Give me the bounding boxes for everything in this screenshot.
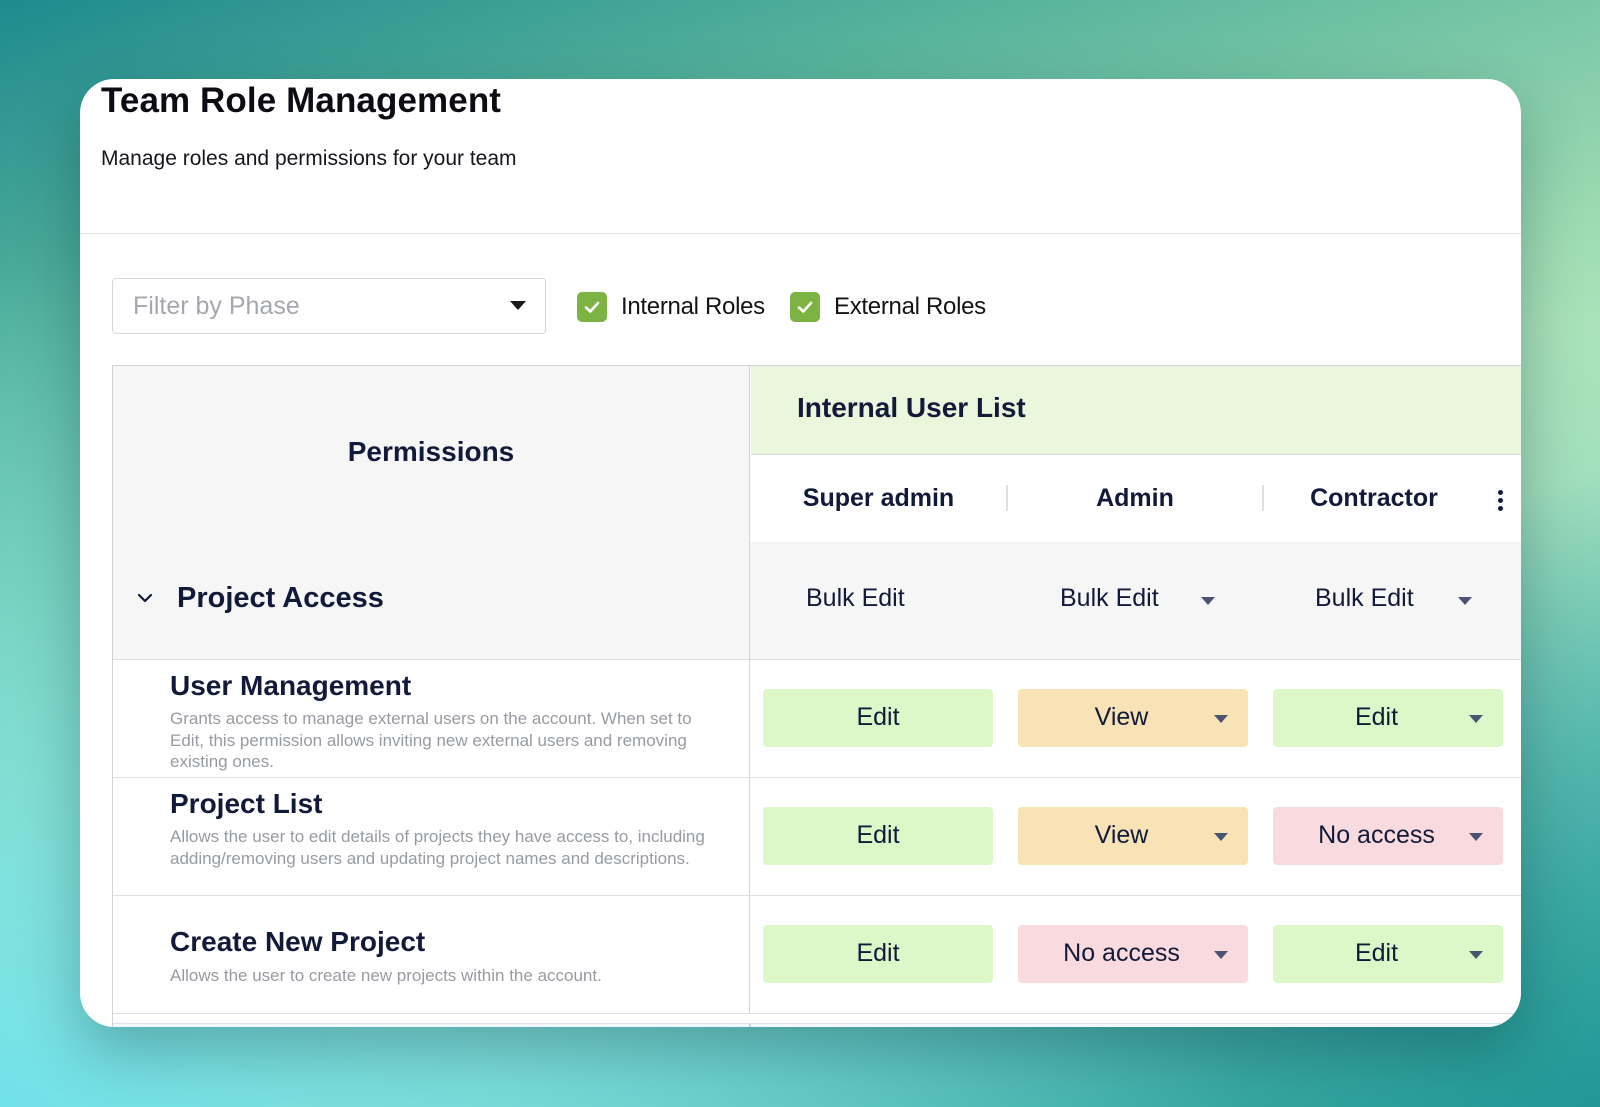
caret-down-icon: [510, 301, 526, 310]
permission-select-super-admin[interactable]: Edit: [763, 807, 993, 865]
chevron-down-icon[interactable]: [137, 590, 153, 606]
permissions-table: Permissions Internal User List Super adm…: [112, 365, 1521, 1027]
external-roles-checkbox[interactable]: External Roles: [790, 292, 986, 322]
permission-select-super-admin[interactable]: Edit: [763, 689, 993, 747]
phase-filter-dropdown[interactable]: Filter by Phase: [112, 278, 546, 334]
checkmark-icon: [577, 292, 607, 322]
permission-title: Project List: [170, 788, 323, 819]
role-header-admin[interactable]: Admin: [1008, 455, 1262, 542]
permission-value: Edit: [1354, 703, 1399, 731]
permissions-header-label: Permissions: [347, 436, 515, 467]
caret-down-icon: [1469, 715, 1483, 723]
role-label: Contractor: [1310, 484, 1438, 512]
role-label: Admin: [1096, 484, 1174, 512]
section-label-cell: Project Access: [113, 542, 750, 659]
permission-value: Edit: [856, 821, 900, 849]
permission-title: Create New Project: [170, 926, 426, 957]
permission-description: Grants access to manage external users o…: [170, 709, 692, 771]
role-label: Super admin: [802, 484, 955, 512]
phase-filter-placeholder: Filter by Phase: [133, 292, 300, 320]
caret-down-icon: [1469, 951, 1483, 959]
column-divider: [749, 1024, 751, 1027]
permission-description: Allows the user to edit details of proje…: [170, 827, 705, 868]
permission-select-admin[interactable]: No access: [1018, 925, 1248, 983]
permission-value: Edit: [856, 703, 900, 731]
table-row: Create New Project Allows the user to cr…: [113, 896, 1521, 1014]
caret-down-icon: [1469, 833, 1483, 841]
group-header-label: Internal User List: [797, 392, 1026, 423]
section-row-project-access: Project Access Bulk Edit Bulk Edit Bulk …: [113, 542, 1521, 660]
role-header-super-admin[interactable]: Super admin: [751, 455, 1006, 542]
page-subtitle: Manage roles and permissions for your te…: [101, 147, 517, 170]
internal-roles-checkbox[interactable]: Internal Roles: [577, 292, 765, 322]
caret-down-icon[interactable]: [1201, 597, 1215, 605]
permission-select-admin[interactable]: View: [1018, 689, 1248, 747]
permission-cell: Create New Project Allows the user to cr…: [113, 896, 750, 1013]
permission-title: User Management: [170, 670, 412, 701]
internal-roles-label: Internal Roles: [621, 293, 765, 320]
caret-down-icon: [1214, 833, 1228, 841]
permission-value: Edit: [1354, 939, 1399, 967]
more-options-icon[interactable]: [1498, 490, 1504, 514]
page-header: Team Role Management Manage roles and pe…: [80, 79, 1521, 234]
bulk-edit-super-admin[interactable]: Bulk Edit: [806, 584, 905, 613]
caret-down-icon[interactable]: [1458, 597, 1472, 605]
table-row: User Management Grants access to manage …: [113, 660, 1521, 778]
app-window: Team Role Management Manage roles and pe…: [80, 79, 1521, 1027]
internal-user-list-header: Internal User List: [751, 366, 1521, 455]
permission-value: Edit: [856, 939, 900, 967]
page-title: Team Role Management: [101, 81, 502, 120]
permission-cell: User Management Grants access to manage …: [113, 660, 750, 777]
permission-cell: Project List Allows the user to edit det…: [113, 778, 750, 895]
next-section-row: [113, 1023, 1521, 1027]
checkmark-icon: [790, 292, 820, 322]
bulk-edit-contractor[interactable]: Bulk Edit: [1315, 584, 1414, 613]
permission-select-contractor[interactable]: Edit: [1273, 925, 1503, 983]
bulk-edit-admin[interactable]: Bulk Edit: [1060, 584, 1159, 613]
table-row: Project List Allows the user to edit det…: [113, 778, 1521, 896]
permission-value: No access: [1063, 939, 1180, 967]
permission-select-contractor[interactable]: Edit: [1273, 689, 1503, 747]
external-roles-label: External Roles: [834, 293, 986, 320]
permission-value: View: [1094, 703, 1149, 731]
permission-description: Allows the user to create new projects w…: [170, 966, 602, 985]
permission-select-super-admin[interactable]: Edit: [763, 925, 993, 983]
permission-select-contractor[interactable]: No access: [1273, 807, 1503, 865]
permission-value: View: [1094, 821, 1149, 849]
role-header-row: Super admin Admin Contractor: [751, 455, 1521, 543]
permission-select-admin[interactable]: View: [1018, 807, 1248, 865]
permissions-column-header: Permissions: [113, 366, 750, 543]
permission-value: No access: [1318, 821, 1435, 849]
caret-down-icon: [1214, 951, 1228, 959]
caret-down-icon: [1214, 715, 1228, 723]
role-header-contractor[interactable]: Contractor: [1264, 455, 1484, 542]
section-title: Project Access: [177, 582, 384, 614]
